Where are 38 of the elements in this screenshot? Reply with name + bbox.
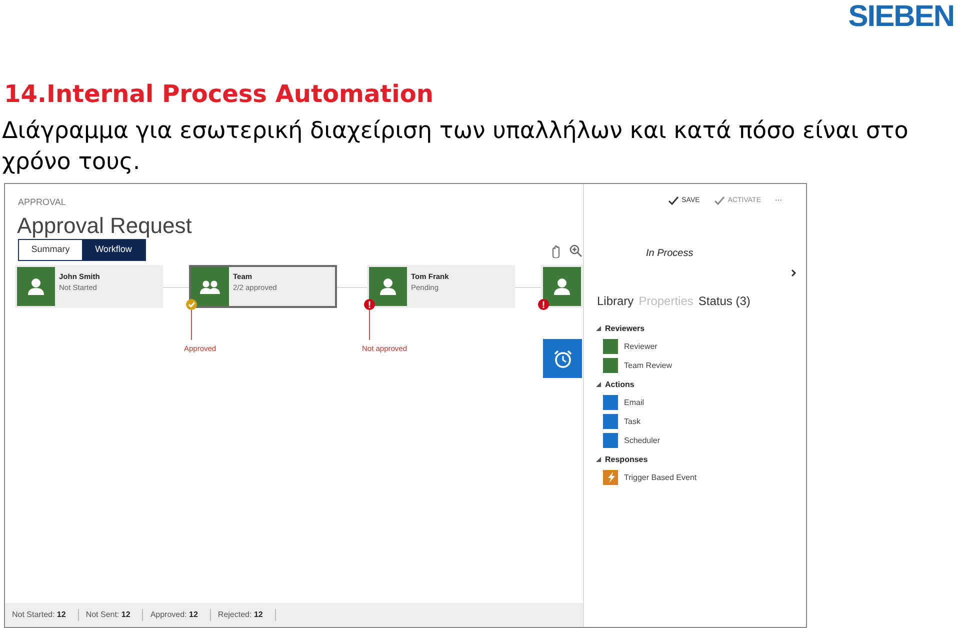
chevron-right-icon: [791, 269, 797, 277]
status-count: Not Sent: 12: [78, 609, 144, 621]
status-count: Approved: 12: [143, 609, 211, 621]
library-item[interactable]: Scheduler: [603, 433, 796, 448]
library-item[interactable]: Trigger Based Event: [603, 470, 796, 485]
check-icon: [668, 196, 679, 206]
check-icon: [714, 196, 725, 206]
status-count: Rejected: 12: [210, 609, 276, 621]
person-icon: [379, 278, 397, 296]
panel-heading: In Process: [646, 247, 694, 261]
panel-tab[interactable]: Library: [597, 292, 634, 310]
person-icon: [27, 278, 45, 296]
panel-tab[interactable]: Status (3): [698, 292, 750, 310]
lightning-icon: [606, 472, 614, 483]
section-header[interactable]: Actions: [596, 379, 796, 391]
library-item[interactable]: Task: [603, 414, 796, 429]
tab[interactable]: Workflow: [82, 240, 145, 260]
breadcrumb: APPROVAL: [18, 196, 66, 209]
section-header[interactable]: Reviewers: [596, 323, 796, 335]
slide-subtitle: Διάγραμμα για εσωτερική διαχείριση των υπαλλήλων και κατά πόσο είναι στο χρόνο τους.: [2, 117, 910, 177]
library-item[interactable]: Team Review: [603, 358, 796, 373]
workflow-node[interactable]: [541, 265, 583, 308]
alarm-clock-icon: [552, 348, 572, 368]
timer-tile[interactable]: [543, 339, 582, 378]
library-item[interactable]: Email: [603, 395, 796, 410]
section-header[interactable]: Responses: [596, 454, 796, 466]
person-icon: [553, 278, 571, 296]
expanded-caret-icon: [596, 326, 601, 332]
status-count: Not Started: 12: [5, 609, 79, 621]
hand-icon: [550, 244, 561, 258]
zoom-in-icon: [569, 244, 582, 257]
page-title: Approval Request: [17, 212, 192, 240]
expanded-caret-icon: [596, 457, 601, 463]
library-item[interactable]: Reviewer: [603, 339, 796, 354]
people-icon: [200, 278, 220, 296]
logo-text: SIEBEN: [848, 0, 954, 34]
expanded-caret-icon: [596, 382, 601, 388]
slide-title: 14.Internal Process Automation: [4, 80, 434, 108]
